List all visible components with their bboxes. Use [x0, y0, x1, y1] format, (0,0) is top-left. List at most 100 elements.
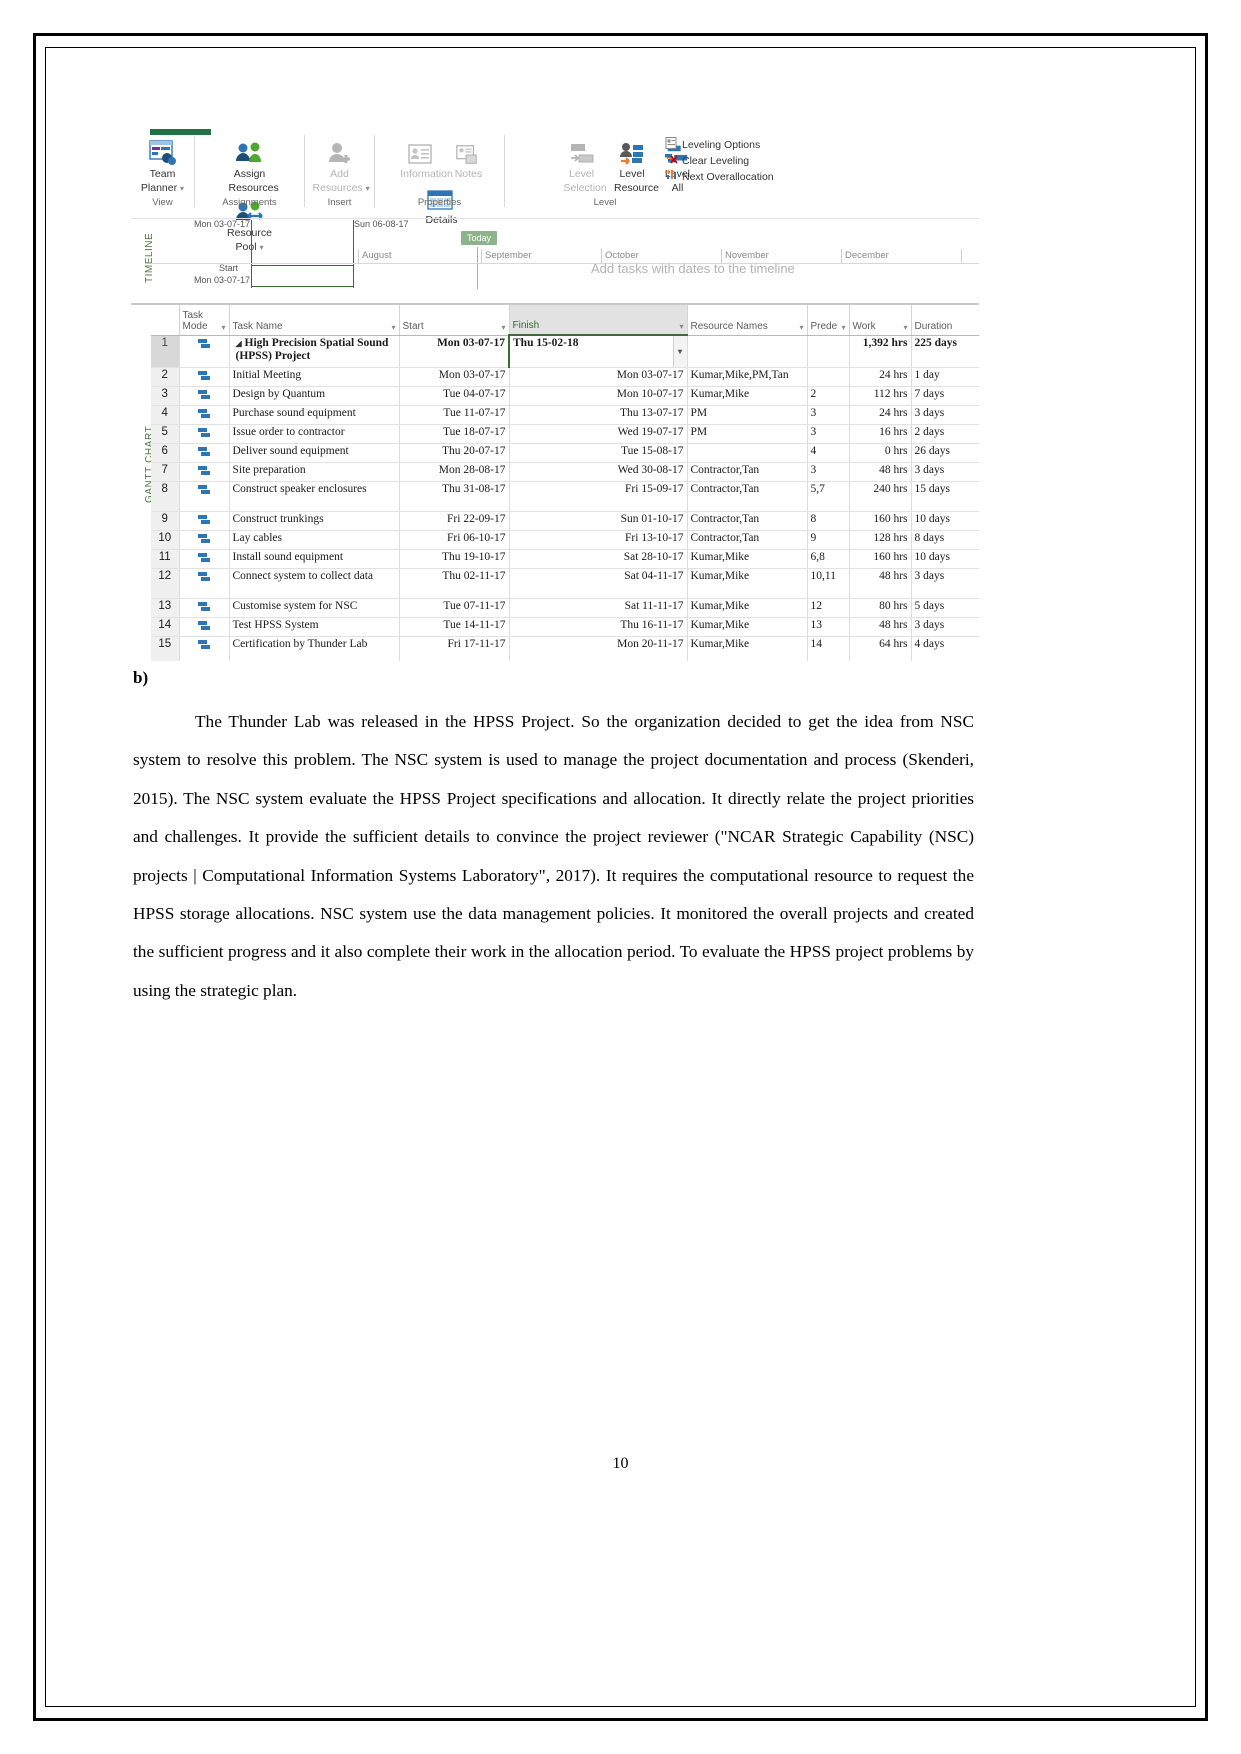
cell-task-mode[interactable] [179, 405, 230, 425]
row-number[interactable]: 11 [151, 549, 180, 569]
cell-start[interactable]: Tue 18-07-17 [399, 424, 510, 444]
table-row[interactable]: 7 Site preparation Mon 28-08-17 Wed 30-0… [151, 462, 979, 482]
row-number[interactable]: 14 [151, 617, 180, 637]
table-row[interactable]: 11 Install sound equipment Thu 19-10-17 … [151, 549, 979, 569]
cell-finish[interactable]: Thu 13-07-17 [509, 405, 688, 425]
cell-start[interactable]: Tue 11-07-17 [399, 405, 510, 425]
cell-work[interactable]: 64 hrs [849, 636, 912, 661]
cell-task-mode[interactable] [179, 481, 230, 512]
row-number[interactable]: 9 [151, 511, 180, 531]
cell-finish[interactable]: Mon 10-07-17 [509, 386, 688, 406]
cell-predecessors[interactable]: 2 [807, 386, 850, 406]
cell-task-name[interactable]: ◢ High Precision Spatial Sound (HPSS) Pr… [229, 335, 400, 368]
clear-leveling-button[interactable]: Clear Leveling [665, 153, 777, 169]
cell-task-mode[interactable] [179, 386, 230, 406]
cell-resources[interactable]: Kumar,Mike [687, 386, 808, 406]
cell-resources[interactable]: Kumar,Mike [687, 617, 808, 637]
cell-start[interactable]: Tue 14-11-17 [399, 617, 510, 637]
cell-start[interactable]: Tue 04-07-17 [399, 386, 510, 406]
cell-start[interactable]: Thu 20-07-17 [399, 443, 510, 463]
cell-duration[interactable]: 7 days [911, 386, 979, 406]
cell-predecessors[interactable]: 4 [807, 443, 850, 463]
cell-start[interactable]: Fri 06-10-17 [399, 530, 510, 550]
cell-predecessors[interactable]: 3 [807, 462, 850, 482]
row-number[interactable]: 6 [151, 443, 180, 463]
cell-task-mode[interactable] [179, 443, 230, 463]
cell-predecessors[interactable]: 12 [807, 598, 850, 618]
cell-start[interactable]: Mon 03-07-17 [399, 335, 510, 368]
chevron-down-icon[interactable]: ▾ [366, 184, 370, 193]
cell-start[interactable]: Tue 07-11-17 [399, 598, 510, 618]
cell-finish[interactable]: Sat 04-11-17 [509, 568, 688, 599]
header-finish[interactable]: Finish ▾ [509, 305, 688, 336]
cell-finish[interactable]: Mon 03-07-17 [509, 367, 688, 387]
row-number[interactable]: 15 [151, 636, 180, 661]
information-button[interactable]: Information [395, 135, 453, 181]
cell-duration[interactable]: 4 days [911, 636, 979, 661]
table-row[interactable]: 8 Construct speaker enclosures Thu 31-08… [151, 481, 979, 512]
header-duration[interactable]: Duration [911, 305, 979, 336]
table-row[interactable]: 2 Initial Meeting Mon 03-07-17 Mon 03-07… [151, 367, 979, 387]
cell-task-mode[interactable] [179, 367, 230, 387]
level-resource-button[interactable]: Level Resource [609, 135, 659, 194]
cell-work[interactable]: 48 hrs [849, 568, 912, 599]
cell-finish[interactable]: Thu 16-11-17 [509, 617, 688, 637]
cell-task-name[interactable]: Initial Meeting [229, 367, 400, 387]
cell-duration[interactable]: 1 day [911, 367, 979, 387]
row-number[interactable]: 13 [151, 598, 180, 618]
cell-task-name[interactable]: Test HPSS System [229, 617, 400, 637]
timeline-canvas[interactable]: Mon 03-07-17 Sun 06-08-17 Today August S… [151, 219, 979, 298]
cell-duration[interactable]: 10 days [911, 511, 979, 531]
chevron-down-icon[interactable]: ▾ [391, 323, 395, 332]
cell-predecessors[interactable]: 8 [807, 511, 850, 531]
cell-start[interactable]: Fri 17-11-17 [399, 636, 510, 661]
row-number[interactable]: 7 [151, 462, 180, 482]
cell-predecessors[interactable]: 3 [807, 405, 850, 425]
row-number[interactable]: 12 [151, 568, 180, 599]
cell-predecessors[interactable]: 6,8 [807, 549, 850, 569]
chevron-down-icon[interactable]: ▾ [221, 323, 225, 332]
header-resource-names[interactable]: Resource Names ▾ [687, 305, 808, 336]
header-select-all[interactable] [151, 305, 180, 336]
cell-duration[interactable]: 3 days [911, 405, 979, 425]
table-row[interactable]: 15 Certification by Thunder Lab Fri 17-1… [151, 636, 979, 661]
cell-resources[interactable]: Contractor,Tan [687, 462, 808, 482]
cell-task-name[interactable]: Purchase sound equipment [229, 405, 400, 425]
cell-task-name[interactable]: Construct speaker enclosures [229, 481, 400, 512]
notes-button[interactable]: Notes [450, 135, 484, 181]
cell-task-mode[interactable] [179, 335, 230, 368]
table-row[interactable]: 3 Design by Quantum Tue 04-07-17 Mon 10-… [151, 386, 979, 406]
header-start[interactable]: Start ▾ [399, 305, 510, 336]
cell-resources[interactable] [687, 335, 808, 368]
table-row[interactable]: 14 Test HPSS System Tue 14-11-17 Thu 16-… [151, 617, 979, 637]
cell-duration[interactable]: 3 days [911, 568, 979, 599]
cell-task-name[interactable]: Design by Quantum [229, 386, 400, 406]
cell-finish[interactable]: Sun 01-10-17 [509, 511, 688, 531]
cell-task-name[interactable]: Construct trunkings [229, 511, 400, 531]
level-selection-button[interactable]: Level Selection [559, 135, 607, 194]
cell-duration[interactable]: 3 days [911, 462, 979, 482]
cell-start[interactable]: Thu 19-10-17 [399, 549, 510, 569]
table-row[interactable]: 13 Customise system for NSC Tue 07-11-17… [151, 598, 979, 618]
table-row[interactable]: 1 ◢ High Precision Spatial Sound (HPSS) … [151, 334, 979, 368]
chevron-down-icon[interactable]: ▾ [180, 184, 184, 193]
date-picker-dropdown-icon[interactable]: ▾ [672, 337, 686, 366]
cell-task-mode[interactable] [179, 511, 230, 531]
table-row[interactable]: 6 Deliver sound equipment Thu 20-07-17 T… [151, 443, 979, 463]
cell-task-name[interactable]: Deliver sound equipment [229, 443, 400, 463]
header-task-mode[interactable]: Task Mode ▾ [179, 305, 230, 336]
cell-task-mode[interactable] [179, 549, 230, 569]
cell-finish[interactable]: Fri 15-09-17 [509, 481, 688, 512]
chevron-down-icon[interactable]: ▾ [841, 323, 845, 332]
cell-task-name[interactable]: Lay cables [229, 530, 400, 550]
cell-resources[interactable] [687, 443, 808, 463]
table-row[interactable]: 9 Construct trunkings Fri 22-09-17 Sun 0… [151, 511, 979, 531]
cell-resources[interactable]: PM [687, 405, 808, 425]
cell-predecessors[interactable] [807, 335, 850, 368]
cell-duration[interactable]: 225 days [911, 335, 979, 368]
cell-finish-selected[interactable]: Thu 15-02-18 ▾ [508, 334, 688, 368]
cell-work[interactable]: 112 hrs [849, 386, 912, 406]
cell-task-mode[interactable] [179, 568, 230, 599]
cell-start[interactable]: Mon 28-08-17 [399, 462, 510, 482]
task-table[interactable]: Task Mode ▾ Task Name ▾ Start ▾ Finish ▾ [151, 305, 979, 661]
